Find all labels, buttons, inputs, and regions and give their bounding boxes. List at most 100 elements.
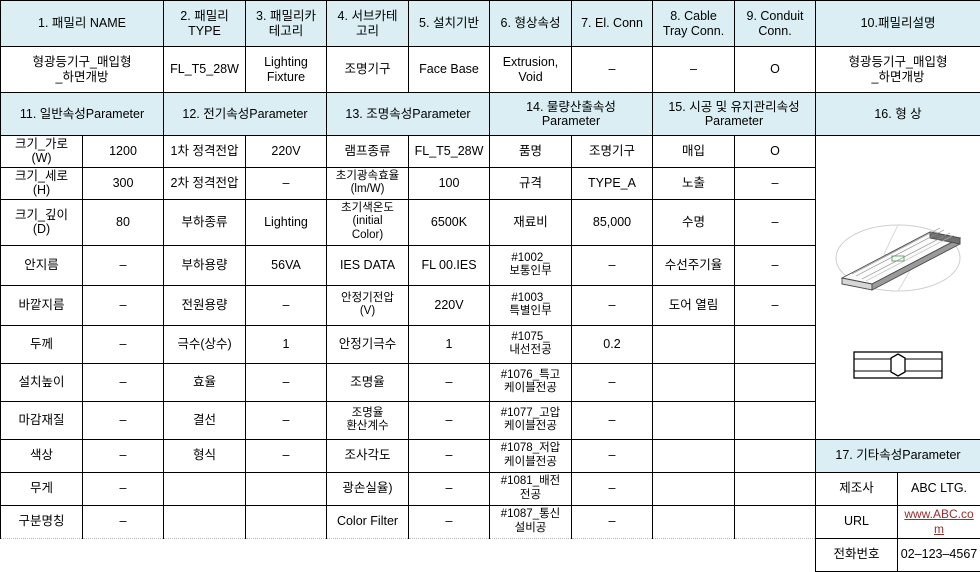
value-family-type: FL_T5_28W (164, 47, 246, 93)
data-row: 무게 – 광손실율) – #1081_배전전공 – 제조사 ABC LTG. (1, 472, 980, 505)
lighting-value: – (409, 439, 490, 472)
quantity-label: 품명 (490, 136, 572, 168)
construction-value: – (735, 245, 816, 285)
electrical-value: – (246, 401, 327, 439)
electrical-value: – (246, 285, 327, 325)
header-shape-property: 6. 형상속성 (490, 1, 572, 47)
lighting-value: 6500K (409, 199, 490, 245)
value-shape-property: Extrusion,Void (490, 47, 572, 93)
quantity-value: – (572, 401, 653, 439)
lighting-value: – (409, 472, 490, 505)
general-value: 300 (83, 167, 164, 199)
general-label: 두께 (1, 325, 83, 363)
3d-lighting-fixture-render (822, 190, 974, 340)
shape-graphics-cell (816, 136, 980, 440)
lighting-label: 안정기전압(V) (327, 285, 409, 325)
family-specification-table: 1. 패밀리 NAME 2. 패밀리TYPE 3. 패밀리카테고리 4. 서브카… (0, 0, 980, 572)
lighting-label: Color Filter (327, 505, 409, 538)
header-el-conn: 7. El. Conn (572, 1, 653, 47)
construction-label (653, 472, 735, 505)
construction-label (653, 505, 735, 538)
general-label: 설치높이 (1, 363, 83, 401)
section-shape: 16. 형 상 (816, 93, 980, 136)
lighting-value: FL_T5_28W (409, 136, 490, 168)
electrical-label: 2차 정격전압 (164, 167, 246, 199)
general-value: – (83, 401, 164, 439)
electrical-value: – (246, 439, 327, 472)
data-row: 구분명칭 – Color Filter – #1087_통신설비공 – URL … (1, 505, 980, 538)
lighting-label: 초기색온도(initialColor) (327, 199, 409, 245)
general-label: 크기_깊이(D) (1, 199, 83, 245)
other-label-manufacturer: 제조사 (816, 472, 898, 505)
electrical-label: 극수(상수) (164, 325, 246, 363)
data-row: 색상 – 형식 – 조사각도 – #1078_저압케이블전공 – 17. 기타속… (1, 439, 980, 472)
general-value: – (83, 245, 164, 285)
quantity-value: – (572, 285, 653, 325)
other-value-url[interactable]: www.ABC.com (898, 505, 980, 538)
lighting-value: 1 (409, 325, 490, 363)
lighting-value: – (409, 363, 490, 401)
construction-value: – (735, 199, 816, 245)
general-label: 크기_가로(W) (1, 136, 83, 168)
general-value: – (83, 472, 164, 505)
electrical-label: 부하종류 (164, 199, 246, 245)
construction-label (653, 363, 735, 401)
electrical-value: – (246, 363, 327, 401)
general-label: 바깥지름 (1, 285, 83, 325)
quantity-label: #1081_배전전공 (490, 472, 572, 505)
url-link-text[interactable]: www.ABC.com (904, 507, 973, 536)
quantity-value: – (572, 472, 653, 505)
electrical-value: 1 (246, 325, 327, 363)
top-value-row: 형광등기구_매입형_하면개방 FL_T5_28W LightingFixture… (1, 47, 980, 93)
header-conduit-conn: 9. ConduitConn. (735, 1, 816, 47)
quantity-value: 조명기구 (572, 136, 653, 168)
value-cable-tray-conn: – (653, 47, 735, 93)
general-value: – (83, 363, 164, 401)
header-family-category: 3. 패밀리카테고리 (246, 1, 327, 47)
other-label-url: URL (816, 505, 898, 538)
electrical-label: 형식 (164, 439, 246, 472)
quantity-label: #1075_내선전공 (490, 325, 572, 363)
top-header-row: 1. 패밀리 NAME 2. 패밀리TYPE 3. 패밀리카테고리 4. 서브카… (1, 1, 980, 47)
2d-lighting-fixture-symbol (852, 346, 944, 384)
lighting-label: 조명율 (327, 363, 409, 401)
general-label: 무게 (1, 472, 83, 505)
construction-label (653, 439, 735, 472)
general-value: – (83, 325, 164, 363)
construction-label: 도어 열림 (653, 285, 735, 325)
electrical-value: Lighting (246, 199, 327, 245)
lighting-value: – (409, 505, 490, 538)
general-value: – (83, 439, 164, 472)
quantity-value: – (572, 505, 653, 538)
electrical-label: 효율 (164, 363, 246, 401)
section-general-params: 11. 일반속성Parameter (1, 93, 164, 136)
section-electrical-params: 12. 전기속성Parameter (164, 93, 327, 136)
electrical-label (164, 472, 246, 505)
quantity-label: #1003_특별인부 (490, 285, 572, 325)
electrical-label (164, 505, 246, 538)
value-el-conn: – (572, 47, 653, 93)
value-conduit-conn: O (735, 47, 816, 93)
section-header-row: 11. 일반속성Parameter 12. 전기속성Parameter 13. … (1, 93, 980, 136)
section-other-params: 17. 기타속성Parameter (816, 439, 980, 472)
section-construction-params: 15. 시공 및 유지관리속성Parameter (653, 93, 816, 136)
value-subcategory: 조명기구 (327, 47, 409, 93)
header-install-base: 5. 설치기반 (409, 1, 490, 47)
section-lighting-params: 13. 조명속성Parameter (327, 93, 490, 136)
lighting-label: 초기광속효율(lm/W) (327, 167, 409, 199)
construction-label: 수선주기율 (653, 245, 735, 285)
section-quantity-params: 14. 물량산출속성Parameter (490, 93, 653, 136)
general-value: 1200 (83, 136, 164, 168)
header-family-description: 10.패밀리설명 (816, 1, 980, 47)
general-label: 크기_세로(H) (1, 167, 83, 199)
general-value: 80 (83, 199, 164, 245)
construction-value (735, 401, 816, 439)
header-family-name: 1. 패밀리 NAME (1, 1, 164, 47)
electrical-value (246, 505, 327, 538)
construction-value: – (735, 167, 816, 199)
lighting-label: 조명율환산계수 (327, 401, 409, 439)
construction-value (735, 472, 816, 505)
other-value-phone: 02–123–4567 (898, 538, 980, 571)
quantity-label: #1077_고압케이블전공 (490, 401, 572, 439)
header-subcategory: 4. 서브카테고리 (327, 1, 409, 47)
